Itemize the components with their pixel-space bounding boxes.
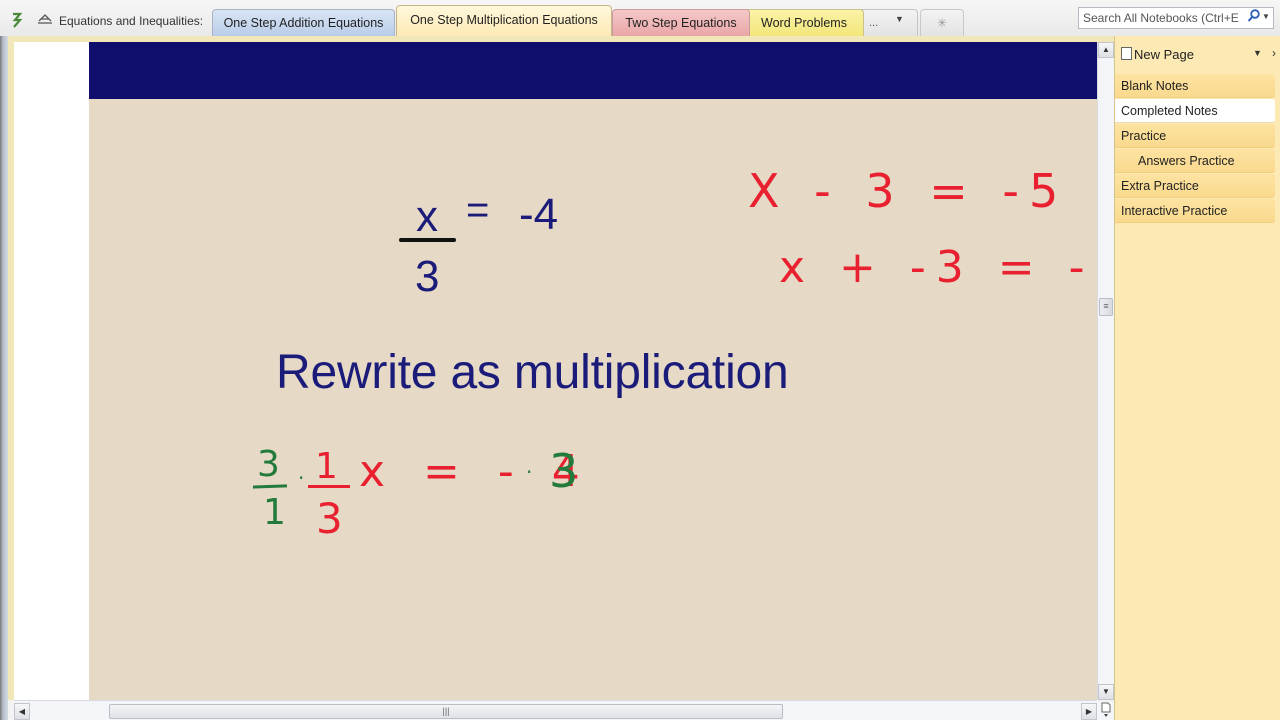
page-item-answers-practice[interactable]: Answers Practice [1115, 149, 1275, 173]
ink-red-fraction-bar [308, 485, 350, 488]
equation-equals: = [466, 188, 490, 232]
equation-numerator: x [416, 192, 438, 241]
search-icon[interactable] [1247, 9, 1260, 26]
ink-multiply-dot: · [298, 466, 305, 490]
new-section-icon: ✳ [936, 16, 948, 30]
new-page-dropdown-icon[interactable]: ▼ [1253, 48, 1262, 58]
page-canvas[interactable]: x 3 = -4 Rewrite as multiplication X - 3… [89, 42, 1097, 700]
vertical-scroll-thumb[interactable]: ≡ [1099, 298, 1113, 316]
ink-green-factor: 3 [549, 444, 579, 498]
ink-red-denominator: 3 [316, 494, 343, 543]
search-input[interactable] [1079, 8, 1239, 28]
ink-note-line-1: X - 3 = -5 [748, 164, 1069, 218]
expand-panel-icon[interactable]: › [1272, 46, 1276, 60]
new-page-label: New Page [1134, 47, 1194, 63]
page-item-blank-notes[interactable]: Blank Notes [1115, 74, 1275, 98]
search-box[interactable]: ▼ [1078, 7, 1274, 29]
vertical-scrollbar[interactable]: ▲ ≡ ▼ [1097, 42, 1114, 700]
scroll-right-button[interactable]: ▶ [1081, 703, 1097, 720]
window-left-edge [0, 36, 8, 720]
tab-list-dropdown-icon[interactable]: ▼ [895, 14, 904, 24]
ink-green-fraction-bar [252, 484, 288, 489]
scroll-up-button[interactable]: ▲ [1098, 42, 1114, 58]
equation-denominator: 3 [415, 252, 440, 301]
page-item-extra-practice[interactable]: Extra Practice [1115, 174, 1275, 198]
page-item-interactive-practice[interactable]: Interactive Practice [1115, 199, 1275, 223]
ink-note-line-2: x + -3 = -5 [779, 242, 1097, 293]
ink-green-denominator: 1 [263, 492, 286, 533]
search-scope-dropdown-icon[interactable]: ▼ [1262, 12, 1270, 21]
section-tab-bar: Equations and Inequalities: One Step Add… [0, 0, 1280, 36]
equation-rhs: -4 [519, 190, 559, 239]
onenote-window: Equations and Inequalities: One Step Add… [0, 0, 1280, 720]
fraction-bar [399, 238, 456, 242]
page-list-panel: New Page ▼ › Blank Notes Completed Notes… [1114, 36, 1280, 720]
scroll-left-button[interactable]: ◀ [14, 703, 30, 720]
slide-heading: Rewrite as multiplication [276, 346, 789, 399]
tab-word-problems[interactable]: Word Problems [744, 9, 864, 36]
ink-red-numerator: 1 [315, 446, 338, 487]
page-options-icon[interactable] [1097, 702, 1114, 720]
slide-header-band [89, 42, 1097, 99]
tab-one-step-addition-equations[interactable]: One Step Addition Equations [212, 9, 395, 36]
tab-two-step-equations[interactable]: Two Step Equations [612, 9, 750, 36]
page-item-completed-notes[interactable]: Completed Notes [1115, 99, 1275, 123]
section-group-icon[interactable] [37, 12, 53, 26]
page-item-practice[interactable]: Practice [1115, 124, 1275, 148]
ink-green-numerator: 3 [257, 444, 280, 485]
new-page-button[interactable]: New Page ▼ › [1121, 46, 1276, 66]
ink-multiply-dot-2: · [526, 460, 533, 484]
tab-overflow-button[interactable]: ... [858, 9, 918, 36]
tab-one-step-multiplication-equations[interactable]: One Step Multiplication Equations [396, 5, 612, 36]
horizontal-scrollbar[interactable]: ◀ ||| ▶ [14, 700, 1097, 720]
notebook-icon[interactable] [10, 12, 24, 28]
horizontal-scroll-thumb[interactable]: ||| [109, 704, 783, 719]
scroll-down-button[interactable]: ▼ [1098, 684, 1114, 700]
new-section-tab[interactable]: ✳ [920, 9, 964, 36]
page-margin[interactable] [14, 42, 90, 700]
section-group-label[interactable]: Equations and Inequalities: [59, 14, 203, 28]
new-page-icon [1121, 47, 1132, 60]
